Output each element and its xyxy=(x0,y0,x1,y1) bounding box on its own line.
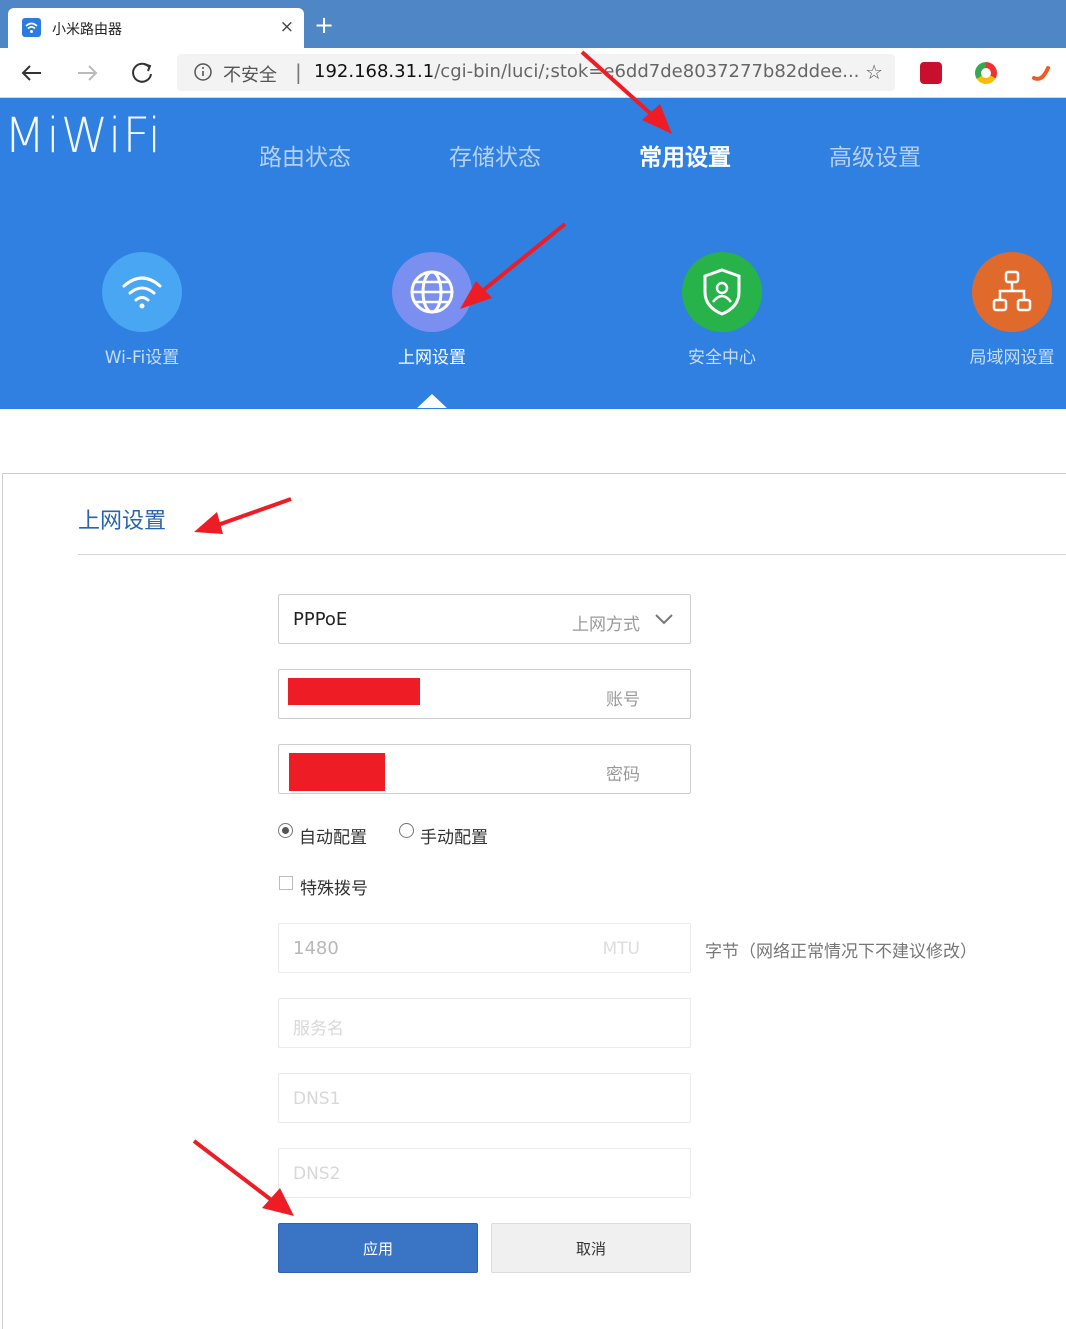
new-tab-button[interactable]: + xyxy=(314,13,334,37)
wifi-icon[interactable] xyxy=(102,252,182,332)
miwifi-logo: MiWiFi xyxy=(4,108,162,164)
lan-network-icon[interactable] xyxy=(972,252,1052,332)
globe-icon[interactable] xyxy=(392,252,472,332)
service-name-placeholder: 服务名 xyxy=(293,1019,344,1039)
connection-type-label: 上网方式 xyxy=(572,615,640,635)
apply-button[interactable]: 应用 xyxy=(278,1223,478,1273)
sub-nav-security-label[interactable]: 安全中心 xyxy=(642,343,802,368)
redacted-password xyxy=(289,753,385,791)
auto-config-label[interactable]: 自动配置 xyxy=(299,823,367,848)
special-dial-checkbox[interactable] xyxy=(279,876,293,890)
mtu-label: MTU xyxy=(602,939,641,959)
url-text[interactable]: 192.168.31.1/cgi-bin/luci/;stok=e6dd7de8… xyxy=(314,61,859,82)
browser-tabstrip: 小米路由器 × + xyxy=(0,0,1066,48)
cancel-button[interactable]: 取消 xyxy=(491,1223,691,1273)
dns2-placeholder: DNS2 xyxy=(293,1164,341,1184)
browser-toolbar: 不安全 | 192.168.31.1/cgi-bin/luci/;stok=e6… xyxy=(0,48,1066,98)
sub-nav-internet-label[interactable]: 上网设置 xyxy=(352,343,512,368)
content-spacer xyxy=(0,409,1066,473)
reload-icon[interactable] xyxy=(127,58,157,88)
service-name-input[interactable]: 服务名 xyxy=(278,998,691,1048)
sub-nav-wifi-label[interactable]: Wi-Fi设置 xyxy=(62,343,222,368)
special-dial-label[interactable]: 特殊拨号 xyxy=(300,874,368,899)
dns2-input[interactable]: DNS2 xyxy=(278,1148,691,1198)
account-field[interactable]: 账号 xyxy=(278,669,691,719)
account-label: 账号 xyxy=(606,690,640,710)
sub-nav-lan-label[interactable]: 局域网设置 xyxy=(932,343,1066,368)
shield-icon[interactable] xyxy=(682,252,762,332)
mtu-field[interactable]: 1480 MTU xyxy=(278,923,691,973)
connection-type-select[interactable]: PPPoE 上网方式 xyxy=(278,594,691,644)
auto-config-radio[interactable] xyxy=(278,823,293,838)
connection-type-value: PPPoE xyxy=(293,609,348,630)
address-separator: | xyxy=(295,60,302,84)
address-bar[interactable]: 不安全 | 192.168.31.1/cgi-bin/luci/;stok=e6… xyxy=(177,54,895,91)
forward-arrow-icon[interactable] xyxy=(72,58,102,88)
nav-advanced-settings[interactable]: 高级设置 xyxy=(829,138,921,172)
manual-config-label[interactable]: 手动配置 xyxy=(420,823,488,848)
redacted-account xyxy=(288,678,420,705)
manual-config-radio[interactable] xyxy=(399,823,414,838)
nav-common-settings[interactable]: 常用设置 xyxy=(639,138,731,172)
insecure-label: 不安全 xyxy=(223,65,277,86)
extension-ring-icon[interactable] xyxy=(975,62,997,84)
nav-storage-status[interactable]: 存储状态 xyxy=(449,138,541,172)
dns1-placeholder: DNS1 xyxy=(293,1089,341,1109)
password-label: 密码 xyxy=(606,765,640,785)
url-path: /cgi-bin/luci/;stok=e6dd7de8037277b82dde… xyxy=(434,61,860,82)
tab-title: 小米路由器 xyxy=(52,22,122,38)
dns1-input[interactable]: DNS1 xyxy=(278,1073,691,1123)
mtu-value: 1480 xyxy=(293,938,339,959)
info-icon[interactable] xyxy=(193,62,213,86)
browser-tab[interactable]: 小米路由器 × xyxy=(8,8,304,48)
chevron-down-icon xyxy=(654,609,674,633)
back-arrow-icon[interactable] xyxy=(17,58,47,88)
extension-orange-icon[interactable] xyxy=(1030,62,1052,84)
nav-router-status[interactable]: 路由状态 xyxy=(259,138,351,172)
bookmark-star-icon[interactable]: ☆ xyxy=(865,60,883,84)
close-tab-icon[interactable]: × xyxy=(280,17,294,37)
wifi-favicon-icon xyxy=(22,18,41,37)
url-host: 192.168.31.1 xyxy=(314,61,435,82)
title-divider xyxy=(78,554,1066,555)
router-header: MiWiFi 路由状态 存储状态 常用设置 高级设置 Wi-Fi设置 上网设置 … xyxy=(0,98,1066,409)
password-field[interactable]: 密码 xyxy=(278,744,691,794)
extension-red-icon[interactable] xyxy=(920,62,942,84)
page-title: 上网设置 xyxy=(78,509,167,534)
mtu-hint: 字节（网络正常情况下不建议修改） xyxy=(705,942,977,962)
active-indicator-caret xyxy=(417,394,447,408)
